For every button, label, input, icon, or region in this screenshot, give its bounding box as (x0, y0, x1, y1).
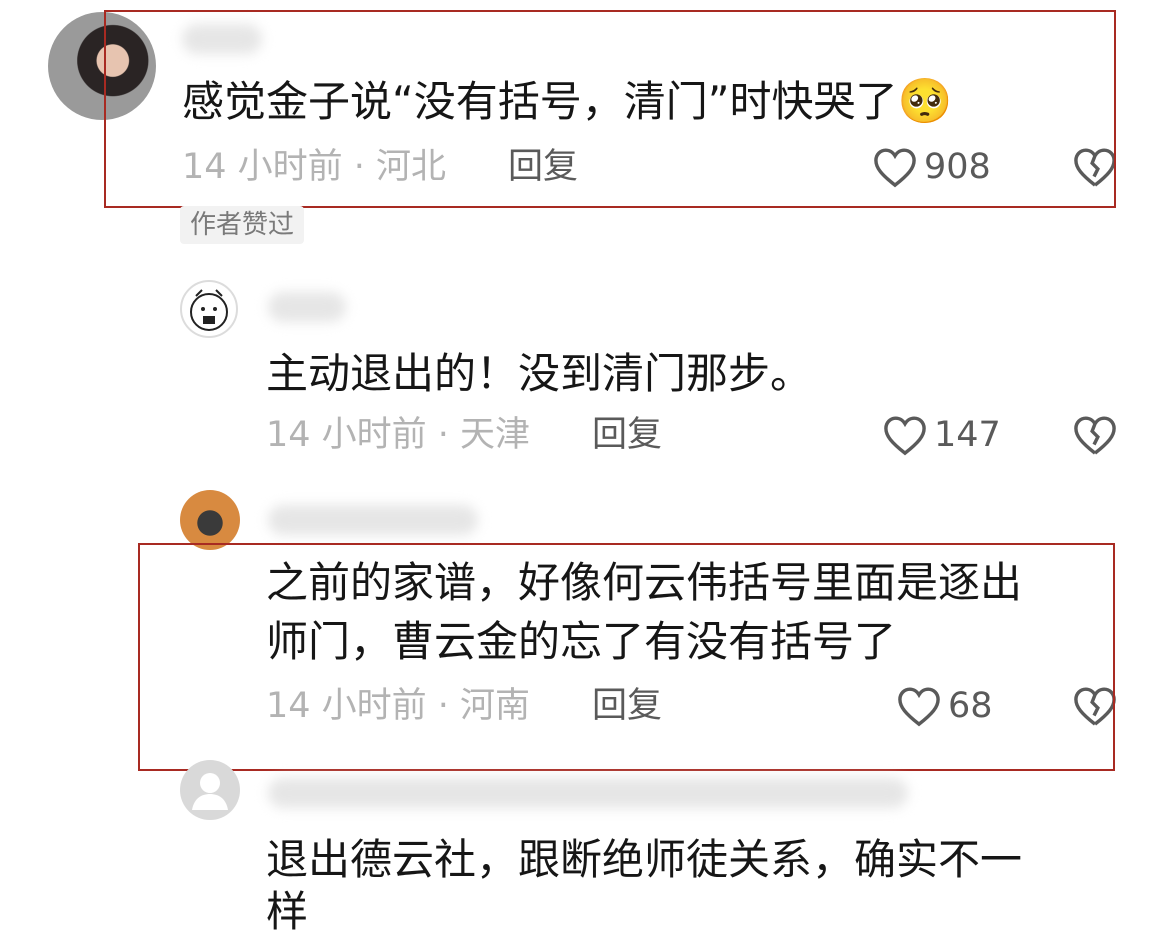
avatar[interactable] (180, 280, 238, 338)
default-user-icon (192, 773, 228, 810)
comment-text-line-1: 退出德云社，跟断绝师徒关系，确实不一 (266, 835, 1023, 884)
highlight-box (104, 10, 1116, 208)
comment-text-line-2: 样 (266, 887, 309, 936)
author-liked-badge: 作者赞过 (180, 206, 305, 244)
cartoon-face-icon (190, 289, 228, 331)
broken-heart-outline-icon[interactable] (1072, 414, 1118, 456)
avatar[interactable] (180, 760, 240, 820)
username-blurred[interactable] (268, 778, 908, 808)
comment-text: 主动退出的！没到清门那步。 (266, 349, 813, 398)
comment-meta: 14 小时前 · 天津 (266, 415, 531, 455)
reply-button[interactable]: 回复 (592, 413, 662, 457)
avatar[interactable] (180, 490, 240, 550)
like-button[interactable]: 147 (882, 413, 1001, 457)
highlight-box (138, 543, 1115, 771)
like-count: 147 (934, 415, 1001, 455)
heart-outline-icon (884, 416, 926, 456)
username-blurred[interactable] (268, 292, 346, 322)
username-blurred[interactable] (268, 505, 478, 535)
